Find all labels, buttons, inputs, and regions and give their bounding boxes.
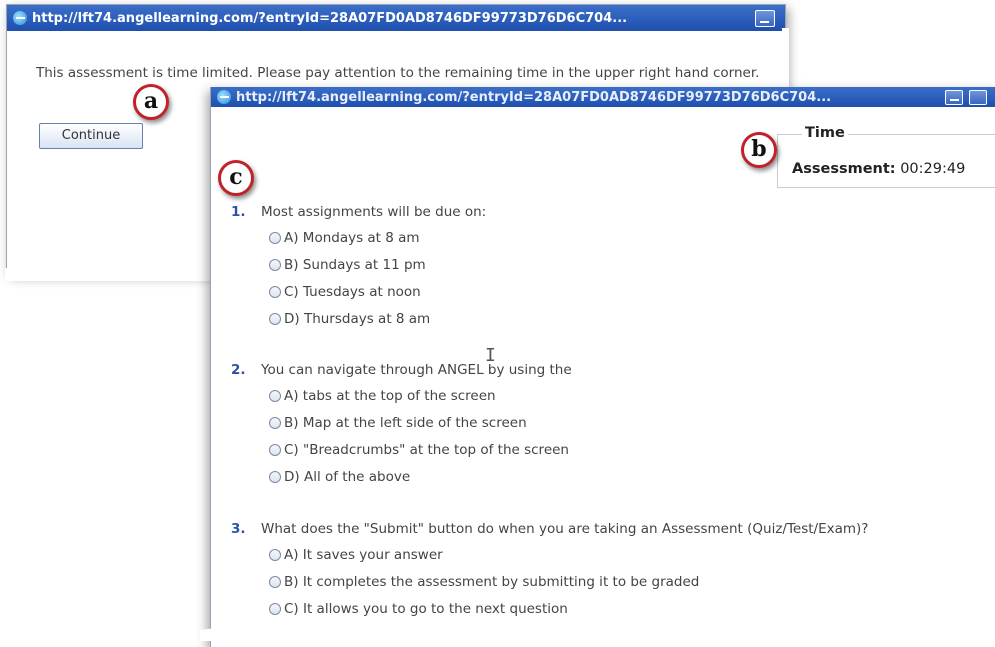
question-3: 3. What does the "Submit" button do when … [231, 521, 868, 537]
timer-label: Assessment: [792, 161, 896, 177]
radio-button[interactable] [269, 390, 281, 402]
option-label: A) tabs at the top of the screen [284, 388, 496, 404]
option-label: A) It saves your answer [284, 547, 443, 563]
minimize-button[interactable] [945, 90, 963, 105]
answer-option[interactable]: A) Mondays at 8 am [269, 230, 420, 246]
assessment-window: http://lft74.angellearning.com/?entryId=… [210, 87, 995, 647]
option-label: B) Sundays at 11 pm [284, 257, 426, 273]
question-number: 2. [231, 362, 246, 378]
radio-button[interactable] [269, 471, 281, 483]
question-text: What does the "Submit" button do when yo… [261, 521, 869, 537]
option-label: B) Map at the left side of the screen [284, 415, 527, 431]
browser-icon [13, 11, 27, 25]
option-label: A) Mondays at 8 am [284, 230, 420, 246]
answer-option[interactable]: C) Tuesdays at noon [269, 284, 421, 300]
option-label: C) Tuesdays at noon [284, 284, 421, 300]
minimize-button[interactable] [755, 10, 775, 27]
radio-button[interactable] [269, 286, 281, 298]
question-text: You can navigate through ANGEL by using … [261, 362, 572, 378]
answer-option[interactable]: B) Map at the left side of the screen [269, 415, 527, 431]
radio-button[interactable] [269, 417, 281, 429]
question-number: 1. [231, 204, 246, 220]
answer-option[interactable]: C) "Breadcrumbs" at the top of the scree… [269, 442, 569, 458]
callout-b: b [741, 132, 777, 168]
assessment-titlebar: http://lft74.angellearning.com/?entryId=… [211, 87, 995, 107]
radio-button[interactable] [269, 313, 281, 325]
radio-button[interactable] [269, 444, 281, 456]
browser-icon [217, 90, 231, 104]
radio-button[interactable] [269, 576, 281, 588]
question-1: 1. Most assignments will be due on: [231, 204, 486, 220]
time-panel: Time Assessment: 00:29:49 [777, 125, 995, 188]
option-label: D) All of the above [284, 469, 411, 485]
answer-option[interactable]: D) All of the above [269, 469, 410, 485]
radio-button[interactable] [269, 603, 281, 615]
callout-a: a [133, 84, 169, 120]
radio-button[interactable] [269, 232, 281, 244]
timer-value: 00:29:49 [900, 161, 966, 177]
question-2: 2. You can navigate through ANGEL by usin… [231, 362, 572, 378]
dialog-titlebar: http://lft74.angellearning.com/?entryId=… [7, 5, 785, 31]
time-limit-message: This assessment is time limited. Please … [36, 65, 760, 81]
answer-option[interactable]: C) It allows you to go to the next quest… [269, 601, 568, 617]
radio-button[interactable] [269, 259, 281, 271]
callout-c: c [218, 160, 254, 196]
dialog-title: http://lft74.angellearning.com/?entryId=… [32, 10, 628, 26]
option-label: D) Thursdays at 8 am [284, 311, 431, 327]
question-number: 3. [231, 521, 246, 537]
maximize-button[interactable] [969, 90, 987, 105]
option-label: C) It allows you to go to the next quest… [284, 601, 568, 617]
assessment-timer: Assessment: 00:29:49 [792, 161, 965, 177]
answer-option[interactable]: A) tabs at the top of the screen [269, 388, 496, 404]
continue-button[interactable]: Continue [39, 123, 143, 149]
option-label: C) "Breadcrumbs" at the top of the scree… [284, 442, 569, 458]
answer-option[interactable]: A) It saves your answer [269, 547, 443, 563]
option-label: B) It completes the assessment by submit… [284, 574, 700, 590]
assessment-title: http://lft74.angellearning.com/?entryId=… [236, 89, 832, 105]
answer-option[interactable]: D) Thursdays at 8 am [269, 311, 430, 327]
answer-option[interactable]: B) Sundays at 11 pm [269, 257, 426, 273]
question-text: Most assignments will be due on: [261, 204, 487, 220]
radio-button[interactable] [269, 549, 281, 561]
answer-option[interactable]: B) It completes the assessment by submit… [269, 574, 699, 590]
time-legend: Time [802, 125, 848, 141]
